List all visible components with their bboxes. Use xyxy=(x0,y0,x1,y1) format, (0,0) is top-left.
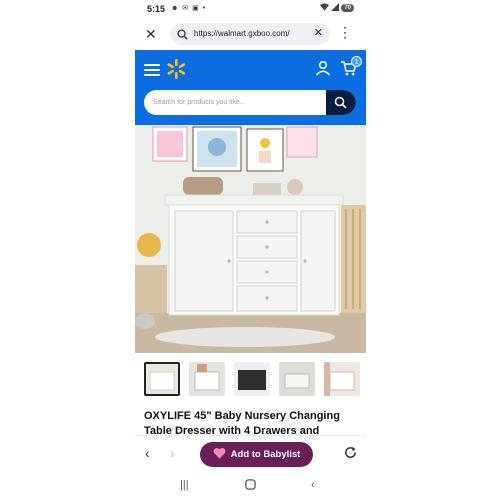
phone-screen: 5:15 ☻ ✉ ▣ • 70 ✕ https://walmart.gxboo.… xyxy=(135,0,366,500)
close-icon[interactable]: ✕ xyxy=(145,26,157,43)
system-nav-bar: ||| ‹ xyxy=(135,474,366,500)
add-to-babylist-button[interactable]: Add to Babylist xyxy=(200,442,313,467)
site-header: 1 xyxy=(135,50,366,125)
thumbnail-3[interactable] xyxy=(234,362,270,396)
search-input[interactable] xyxy=(144,90,329,115)
signal-icon xyxy=(331,3,340,13)
status-time: 5:15 xyxy=(147,4,166,14)
forward-icon[interactable]: › xyxy=(170,445,175,461)
walmart-spark-icon[interactable] xyxy=(165,58,187,85)
url-text: https://walmart.gxboo.com/ xyxy=(194,29,290,38)
address-bar[interactable]: https://walmart.gxboo.com/ ✕ xyxy=(170,23,330,45)
page-action-bar: ‹ › Add to Babylist xyxy=(135,435,366,473)
back-icon[interactable]: ‹ xyxy=(145,445,150,461)
search-icon xyxy=(334,96,347,109)
account-icon[interactable] xyxy=(315,60,331,81)
notification-icons: ☻ ✉ ▣ • xyxy=(171,5,207,12)
browser-toolbar: ✕ https://walmart.gxboo.com/ ✕ ⋮ xyxy=(135,20,366,50)
cart-count-badge: 1 xyxy=(351,56,362,67)
babylist-label: Add to Babylist xyxy=(230,449,301,460)
more-vert-icon[interactable]: ⋮ xyxy=(338,25,352,39)
search-icon xyxy=(177,27,188,45)
thumbnail-4[interactable] xyxy=(279,362,315,396)
menu-icon[interactable] xyxy=(144,64,160,79)
status-bar: 5:15 ☻ ✉ ▣ • 70 xyxy=(135,0,366,20)
clear-icon[interactable]: ✕ xyxy=(314,26,323,39)
home-icon[interactable] xyxy=(245,479,256,493)
reload-icon[interactable] xyxy=(343,445,358,465)
status-right: 70 xyxy=(320,3,354,13)
product-title: OXYLIFE 45" Baby Nursery Changing Table … xyxy=(144,410,340,437)
nav-back-icon[interactable]: ‹ xyxy=(311,479,315,491)
thumbnail-1[interactable] xyxy=(144,362,180,396)
thumbnail-5[interactable] xyxy=(324,362,360,396)
recents-icon[interactable]: ||| xyxy=(180,479,189,491)
search-button[interactable] xyxy=(326,90,356,115)
product-search xyxy=(144,90,356,115)
thumbnail-strip xyxy=(135,360,366,400)
battery-indicator: 70 xyxy=(341,4,354,12)
heart-icon xyxy=(213,447,226,462)
product-main-image[interactable] xyxy=(135,125,366,353)
thumbnail-2[interactable] xyxy=(189,362,225,396)
wifi-icon xyxy=(320,3,330,13)
